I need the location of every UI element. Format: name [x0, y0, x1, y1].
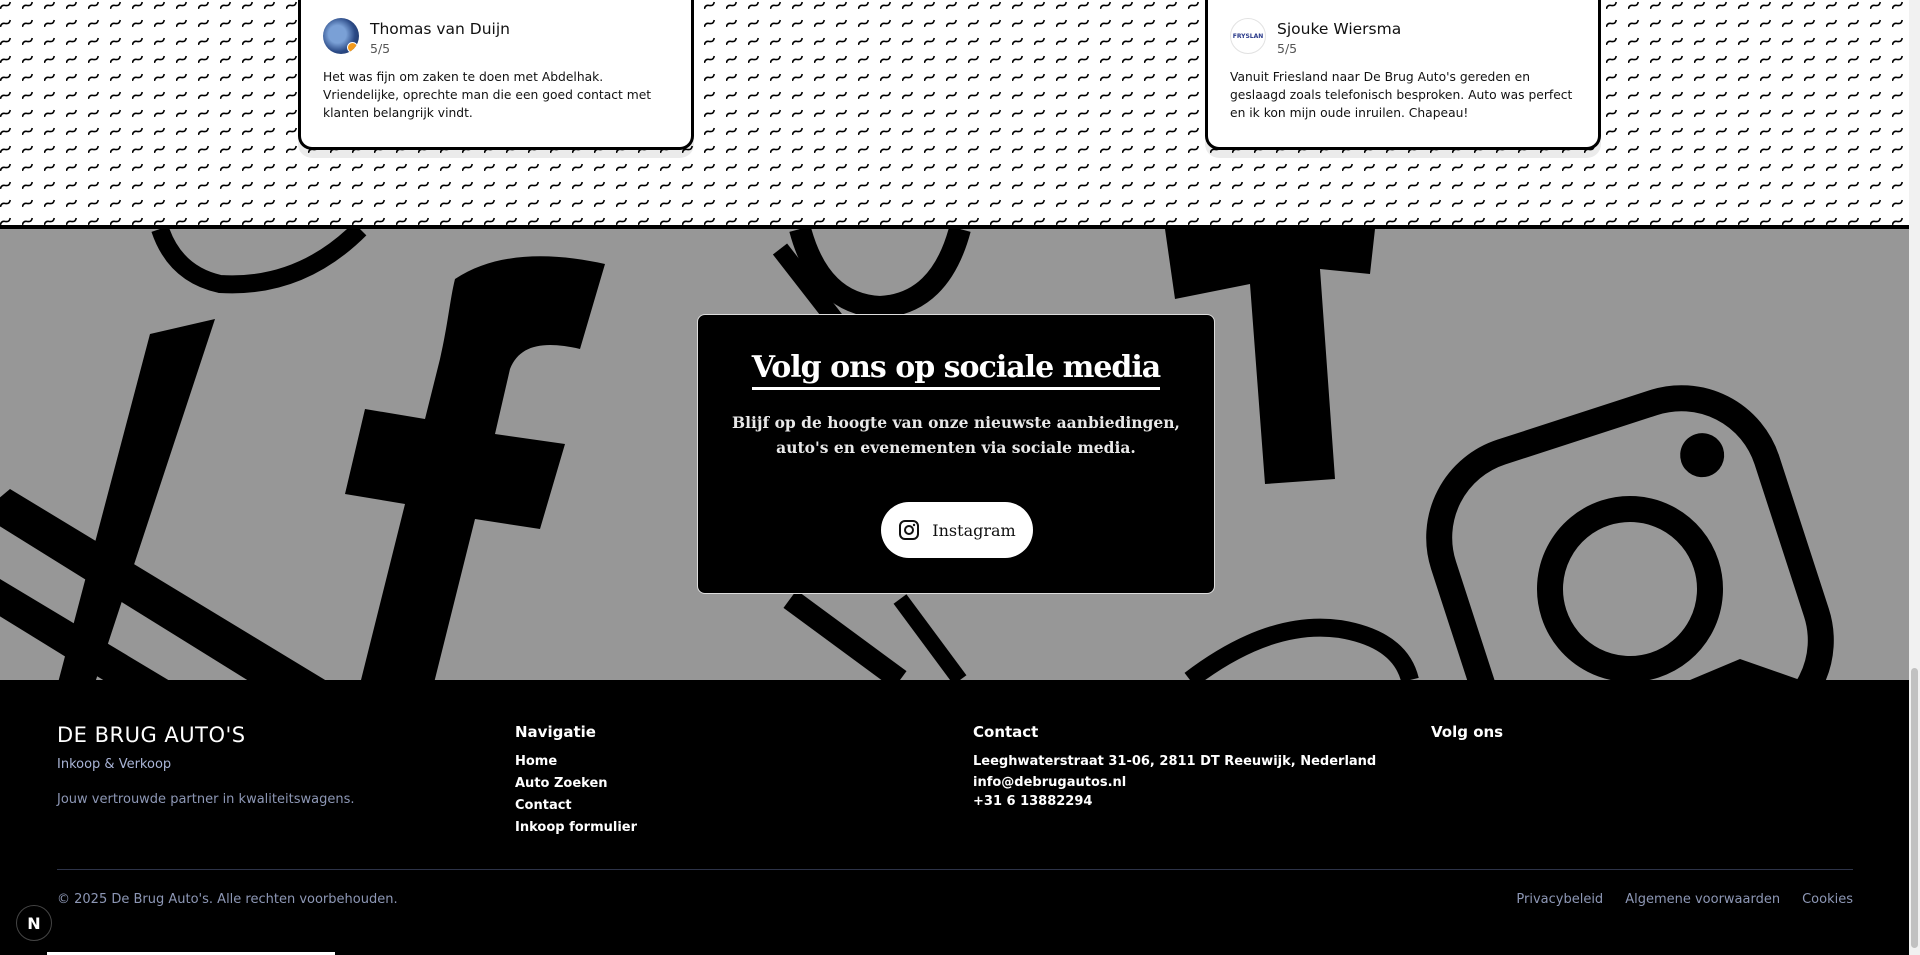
footer-link-auto-zoeken[interactable]: Auto Zoeken [515, 773, 637, 795]
terms-link[interactable]: Algemene voorwaarden [1625, 892, 1780, 907]
footer-email-link[interactable]: info@debrugautos.nl [973, 773, 1376, 792]
reviewer-name: Sjouke Wiersma [1277, 20, 1402, 38]
footer-legal-links: Privacybeleid Algemene voorwaarden Cooki… [1516, 892, 1853, 907]
privacy-policy-link[interactable]: Privacybeleid [1516, 892, 1603, 907]
facebook-icon [345, 256, 605, 680]
review-card: Thomas van Duijn 5/5 Het was fijn om zak… [298, 0, 694, 150]
footer-follow-column: Volg ons [1431, 723, 1503, 741]
footer-link-inkoop-formulier[interactable]: Inkoop formulier [515, 817, 637, 839]
footer-contact-column: Contact Leeghwaterstraat 31-06, 2811 DT … [973, 723, 1376, 811]
instagram-icon [899, 520, 920, 540]
footer-tagline: Jouw vertrouwde partner in kwaliteitswag… [57, 792, 355, 807]
footer-divider [57, 869, 1853, 870]
review-card: FRYSLAN Sjouke Wiersma 5/5 Vanuit Friesl… [1205, 0, 1601, 150]
cookies-link[interactable]: Cookies [1802, 892, 1853, 907]
instagram-large-icon [1426, 385, 1834, 680]
footer-brand-subtitle: Inkoop & Verkoop [57, 757, 172, 772]
review-rating: 5/5 [370, 41, 391, 56]
footer-address: Leeghwaterstraat 31-06, 2811 DT Reeuwijk… [973, 754, 1377, 769]
footer-link-home[interactable]: Home [515, 751, 637, 773]
instagram-button-label: Instagram [932, 520, 1016, 540]
footer-contact-heading: Contact [973, 723, 1039, 741]
footer-brand: DE BRUG AUTO'S [57, 723, 246, 747]
page-scrollbar[interactable] [1909, 0, 1920, 955]
footer-nav-heading: Navigatie [515, 723, 596, 741]
review-text: Vanuit Friesland naar De Brug Auto's ger… [1230, 70, 1573, 120]
footer-brand-column: DE BRUG AUTO'S Inkoop & Verkoop Jouw ver… [57, 723, 354, 807]
reviewer-avatar [323, 18, 359, 54]
footer-link-contact[interactable]: Contact [515, 795, 637, 817]
reviews-section: Thomas van Duijn 5/5 Het was fijn om zak… [0, 0, 1909, 229]
google-badge-icon [347, 42, 358, 53]
instagram-button[interactable]: Instagram [881, 502, 1033, 558]
site-footer: DE BRUG AUTO'S Inkoop & Verkoop Jouw ver… [0, 680, 1909, 955]
reviewer-name: Thomas van Duijn [370, 20, 510, 38]
squiggle-pattern-background [0, 0, 1909, 225]
decorative-stripes [0, 319, 326, 680]
footer-follow-heading: Volg ons [1431, 723, 1504, 741]
reviewer-avatar: FRYSLAN [1230, 18, 1266, 54]
footer-phone-link[interactable]: +31 6 13882294 [973, 792, 1376, 811]
scrollbar-thumb[interactable] [1911, 668, 1918, 948]
social-title: Volg ons op sociale media [751, 349, 1161, 390]
dev-tools-badge-label: N [27, 913, 41, 933]
review-rating: 5/5 [1277, 41, 1298, 56]
dev-tools-badge[interactable]: N [16, 905, 52, 941]
review-text: Het was fijn om zaken te doen met Abdelh… [323, 70, 652, 120]
social-media-section: Volg ons op sociale media Blijf op de ho… [0, 229, 1909, 680]
social-media-card: Volg ons op sociale media Blijf op de ho… [697, 314, 1215, 594]
social-description: Blijf op de hoogte van onze nieuwste aan… [732, 413, 1180, 457]
footer-copyright: © 2025 De Brug Auto's. Alle rechten voor… [57, 892, 398, 907]
footer-navigation-column: Navigatie Home Auto Zoeken Contact Inkoo… [515, 723, 637, 839]
company-logo-text: FRYSLAN [1232, 32, 1264, 40]
